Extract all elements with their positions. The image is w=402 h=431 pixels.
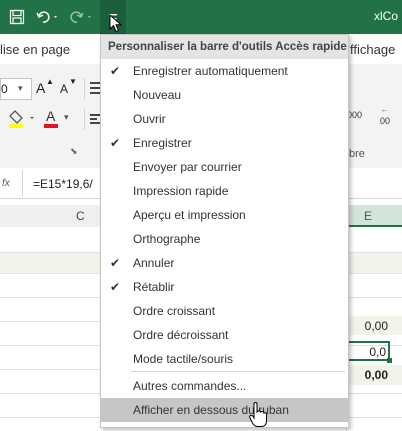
checkmark-icon: ✔: [110, 256, 121, 270]
menu-item-label: Envoyer par courrier: [133, 160, 242, 174]
menu-item[interactable]: Mode tactile/souris: [101, 347, 348, 371]
menu-item-label: Ouvrir: [133, 112, 166, 126]
menu-item[interactable]: Envoyer par courrier: [101, 155, 348, 179]
menu-item-label: Ordre croissant: [133, 304, 216, 318]
arrow-icon: ←: [380, 104, 389, 114]
menu-item[interactable]: Ordre décroissant: [101, 323, 348, 347]
menu-item-label: Enregistrer: [133, 136, 192, 150]
menu-item[interactable]: Ouvrir: [101, 107, 348, 131]
menu-separator: [131, 371, 345, 372]
tab-view[interactable]: ffichage: [350, 42, 395, 57]
fill-color-button[interactable]: [8, 108, 38, 130]
title-bar: xlCo: [0, 0, 402, 34]
menu-item[interactable]: Nouveau: [101, 83, 348, 107]
menu-item[interactable]: ✔ Enregistrer: [101, 131, 348, 155]
menu-item-more-commands[interactable]: Autres commandes...: [101, 374, 348, 398]
menu-item-label: Mode tactile/souris: [133, 352, 234, 366]
divider: [84, 78, 85, 100]
tab-page-layout[interactable]: lise en page: [0, 42, 70, 57]
increase-decimal-button[interactable]: 000: [347, 104, 371, 130]
menu-item[interactable]: ✔ Enregistrer automatiquement: [101, 59, 348, 83]
paint-bucket-icon: [9, 110, 34, 128]
menu-item-label: Impression rapide: [133, 184, 229, 198]
font-size-select[interactable]: 0 ▾: [0, 78, 32, 100]
menu-item-label: Nouveau: [133, 88, 182, 102]
checkmark-icon: ✔: [110, 136, 121, 150]
font-color-a-icon: A: [46, 108, 56, 124]
checkmark-icon: ✔: [110, 64, 121, 78]
group-label-number: bre: [349, 148, 365, 160]
decrease-decimal-button[interactable]: ← 00: [378, 104, 402, 134]
menu-item-label: Rétablir: [133, 280, 175, 294]
shrink-font-button[interactable]: A ▼: [60, 77, 78, 98]
align-left-icon[interactable]: [90, 114, 100, 126]
cell-e2-selected[interactable]: 0,0: [346, 341, 390, 361]
hand-pointer-icon: [249, 402, 267, 427]
fill-handle[interactable]: [387, 358, 392, 363]
checkmark-icon: ✔: [110, 280, 121, 294]
redo-icon[interactable]: [66, 5, 96, 29]
menu-item-label: Annuler: [133, 256, 175, 270]
align-icon[interactable]: [90, 82, 100, 96]
menu-item[interactable]: Ordre croissant: [101, 299, 348, 323]
menu-item[interactable]: ✔ Rétablir: [101, 275, 348, 299]
column-header-e[interactable]: E: [346, 205, 402, 227]
divider: [22, 170, 23, 196]
chevron-down-icon: ▾: [64, 112, 69, 122]
menu-item[interactable]: Impression rapide: [101, 179, 348, 203]
customize-qat-menu: Personnaliser la barre d'outils Accès ra…: [100, 34, 349, 428]
column-header-c[interactable]: C: [76, 209, 85, 223]
menu-item-label: Enregistrer automatiquement: [133, 64, 288, 78]
dialog-launcher-icon[interactable]: ⬊: [70, 146, 78, 157]
window-title: xlCo: [373, 9, 398, 23]
mouse-pointer-icon: [109, 14, 123, 33]
grow-font-button[interactable]: A ▲: [36, 77, 54, 98]
menu-item-label: Orthographe: [133, 232, 201, 246]
font-size-value: 0: [1, 82, 8, 96]
font-color-button[interactable]: A ▾: [44, 108, 74, 130]
divider: [84, 108, 85, 130]
save-icon[interactable]: [6, 5, 28, 29]
menu-item[interactable]: ✔ Annuler: [101, 251, 348, 275]
menu-item-show-below-ribbon[interactable]: Afficher en dessous du ruban: [101, 398, 348, 422]
menu-item-label: Aperçu et impression: [133, 208, 246, 222]
menu-item[interactable]: Orthographe: [101, 227, 348, 251]
fx-icon[interactable]: fx: [2, 178, 10, 189]
chevron-down-icon: ▾: [18, 83, 23, 93]
cell-e3[interactable]: 0,00: [346, 365, 402, 385]
menu-header: Personnaliser la barre d'outils Accès ra…: [101, 35, 348, 59]
menu-item-label: Ordre décroissant: [133, 328, 229, 342]
formula-input[interactable]: =E15*19,6/: [33, 177, 93, 191]
cell-e1[interactable]: 0,00: [346, 316, 402, 335]
menu-item[interactable]: Aperçu et impression: [101, 203, 348, 227]
undo-icon[interactable]: [34, 5, 62, 29]
